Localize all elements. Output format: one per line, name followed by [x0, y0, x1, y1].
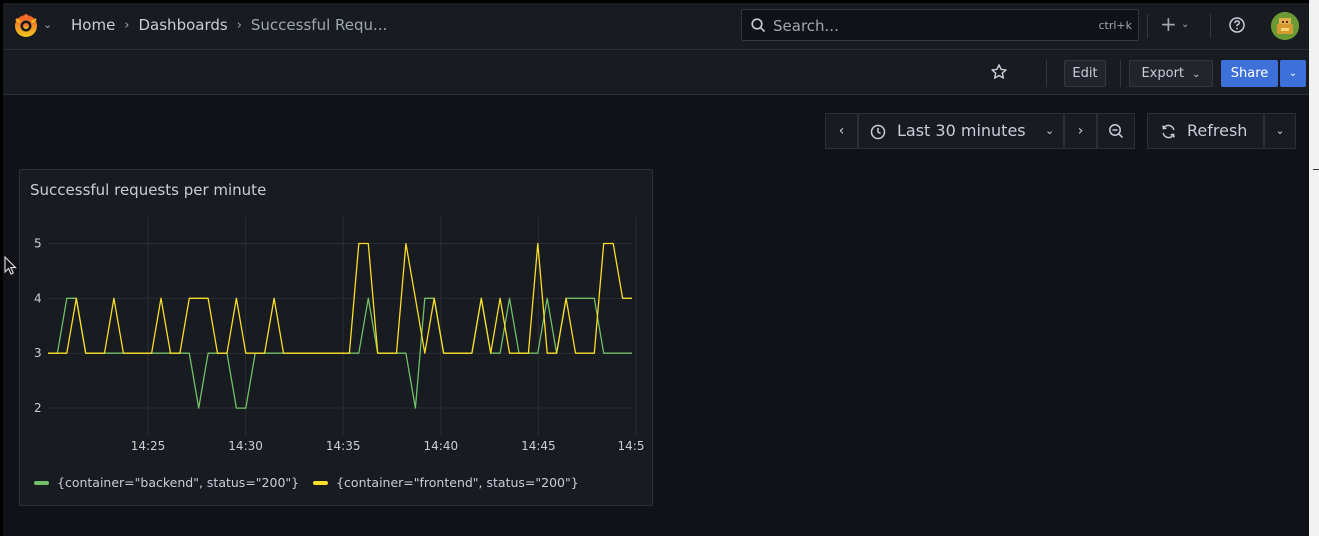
zoom-out-icon: [1109, 124, 1124, 139]
legend-swatch-frontend: [313, 480, 329, 485]
divider: [1120, 60, 1121, 87]
share-options-chevron-down-icon[interactable]: ⌄: [1280, 60, 1306, 87]
divider: [1046, 60, 1047, 87]
search-placeholder: Search...: [773, 17, 839, 35]
time-shift-back-chevron-left-icon[interactable]: ‹: [825, 113, 858, 149]
top-navigation-bar: ⌄ Home › Dashboards › Successful Requ...…: [3, 3, 1309, 50]
chevron-down-icon: ⌄: [1045, 124, 1055, 137]
x-tick-label: 14:30: [228, 439, 263, 453]
menu-chevron-down-icon[interactable]: ⌄: [43, 18, 52, 31]
legend-swatch-backend: [34, 480, 49, 485]
window-edge: [1309, 0, 1319, 536]
legend-item-frontend[interactable]: {container="frontend", status="200"}: [313, 475, 579, 490]
dashboard-toolbar: Edit Export ⌄ Share ⌄: [3, 50, 1309, 95]
help-icon[interactable]: [1228, 16, 1246, 34]
refresh-button[interactable]: Refresh: [1147, 113, 1264, 149]
mouse-pointer-icon: [4, 256, 17, 275]
edit-button[interactable]: Edit: [1064, 60, 1106, 87]
chevron-down-icon: ⌄: [1192, 69, 1201, 80]
legend-label-frontend: {container="frontend", status="200"}: [336, 475, 579, 490]
line-chart[interactable]: 2 3 4 5 14:25 14:30 14:35 14:40 14:45 14:5: [20, 170, 652, 470]
x-tick-label: 14:5: [618, 439, 645, 453]
time-shift-forward-chevron-right-icon[interactable]: ›: [1064, 113, 1097, 149]
window-edge-tick: [1313, 169, 1319, 170]
chart-legend: {container="backend", status="200"} {con…: [34, 475, 579, 490]
y-tick-label: 3: [34, 346, 42, 360]
export-label: Export: [1141, 66, 1185, 81]
refresh-label: Refresh: [1187, 121, 1248, 140]
search-icon: [751, 18, 766, 33]
app-window: ⌄ Home › Dashboards › Successful Requ...…: [3, 3, 1309, 536]
zoom-out-button[interactable]: [1097, 113, 1135, 149]
x-tick-label: 14:25: [131, 439, 166, 453]
share-button[interactable]: Share: [1221, 60, 1278, 87]
divider: [1147, 14, 1148, 38]
star-icon[interactable]: [990, 63, 1008, 81]
refresh-icon: [1162, 124, 1175, 139]
x-tick-label: 14:45: [521, 439, 556, 453]
clock-icon: [870, 124, 886, 140]
new-plus-icon[interactable]: +: [1160, 12, 1177, 36]
export-button[interactable]: Export ⌄: [1129, 60, 1213, 87]
legend-item-backend[interactable]: {container="backend", status="200"}: [34, 475, 299, 490]
time-range-picker[interactable]: Last 30 minutes ⌄: [858, 113, 1064, 149]
grafana-logo-icon[interactable]: [13, 13, 39, 39]
y-tick-label: 2: [34, 401, 42, 415]
search-shortcut: ctrl+k: [1098, 19, 1132, 32]
refresh-interval-chevron-down-icon[interactable]: ⌄: [1264, 113, 1296, 149]
y-tick-label: 4: [34, 291, 42, 305]
divider: [1210, 14, 1211, 38]
breadcrumb-separator-icon: ›: [236, 17, 242, 33]
timeseries-panel[interactable]: Successful requests per minute 2 3 4 5 14:25…: [19, 169, 653, 506]
breadcrumb-separator-icon: ›: [124, 17, 130, 33]
legend-label-backend: {container="backend", status="200"}: [57, 475, 300, 490]
breadcrumb-home[interactable]: Home: [71, 16, 115, 34]
breadcrumb-current-dashboard: Successful Requ...: [250, 16, 388, 34]
x-tick-label: 14:35: [326, 439, 361, 453]
time-range-label: Last 30 minutes: [897, 121, 1026, 140]
new-chevron-down-icon[interactable]: ⌄: [1181, 19, 1189, 30]
user-avatar[interactable]: [1271, 12, 1299, 40]
search-input[interactable]: Search... ctrl+k: [741, 9, 1139, 41]
breadcrumb: Home › Dashboards › Successful Requ...: [71, 16, 387, 34]
x-tick-label: 14:40: [424, 439, 459, 453]
breadcrumb-dashboards[interactable]: Dashboards: [139, 16, 228, 34]
y-tick-label: 5: [34, 236, 42, 250]
